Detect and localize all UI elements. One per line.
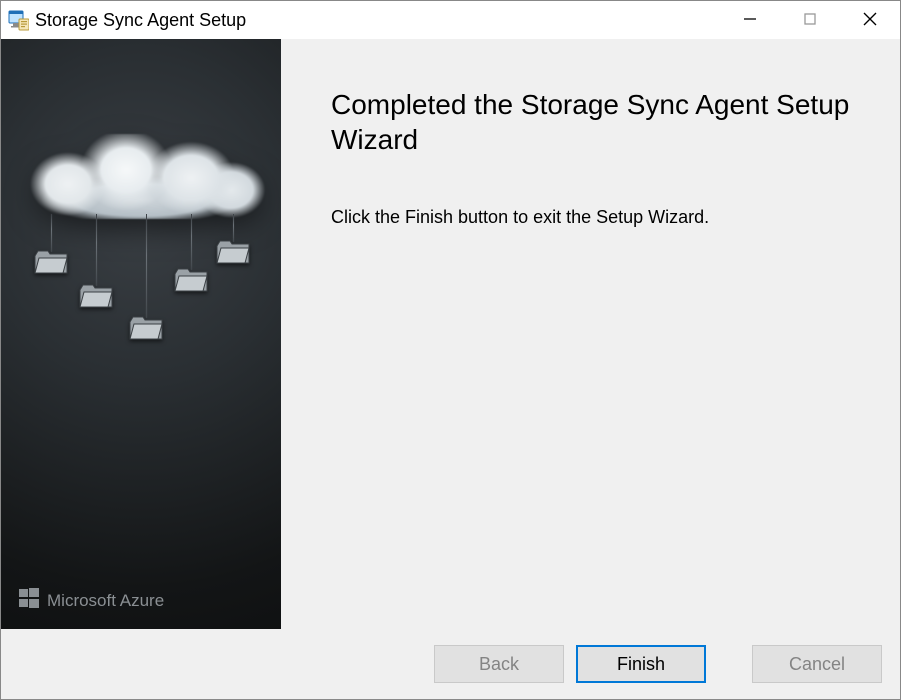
azure-brand: Microsoft Azure (19, 588, 164, 613)
azure-brand-label: Microsoft Azure (47, 591, 164, 611)
main-panel: Completed the Storage Sync Agent Setup W… (281, 39, 900, 629)
wire-icon (96, 214, 97, 286)
wire-icon (146, 214, 147, 318)
installer-icon (7, 9, 29, 31)
minimize-button[interactable] (720, 1, 780, 39)
installer-window: Storage Sync Agent Setup (0, 0, 901, 700)
folder-icon (34, 249, 68, 275)
back-button: Back (434, 645, 564, 683)
folder-icon (79, 283, 113, 309)
window-title: Storage Sync Agent Setup (35, 10, 246, 31)
folder-icon (216, 239, 250, 265)
wizard-sidebar-graphic: Microsoft Azure (1, 39, 281, 629)
wire-icon (191, 214, 192, 270)
cloud-illustration (16, 119, 266, 229)
windows-logo-icon (19, 588, 39, 613)
maximize-icon (803, 12, 817, 29)
window-controls (720, 1, 900, 39)
wizard-body-text: Click the Finish button to exit the Setu… (331, 207, 860, 228)
close-icon (862, 11, 878, 30)
wire-icon (51, 214, 52, 252)
finish-button[interactable]: Finish (576, 645, 706, 683)
cancel-button: Cancel (752, 645, 882, 683)
wizard-footer: Back Finish Cancel (1, 629, 900, 699)
maximize-button (780, 1, 840, 39)
folder-icon (129, 315, 163, 341)
content-area: Microsoft Azure Completed the Storage Sy… (1, 39, 900, 629)
minimize-icon (743, 12, 757, 29)
close-button[interactable] (840, 1, 900, 39)
folder-icon (174, 267, 208, 293)
wizard-heading: Completed the Storage Sync Agent Setup W… (331, 87, 851, 157)
wire-icon (233, 214, 234, 242)
titlebar: Storage Sync Agent Setup (1, 1, 900, 39)
